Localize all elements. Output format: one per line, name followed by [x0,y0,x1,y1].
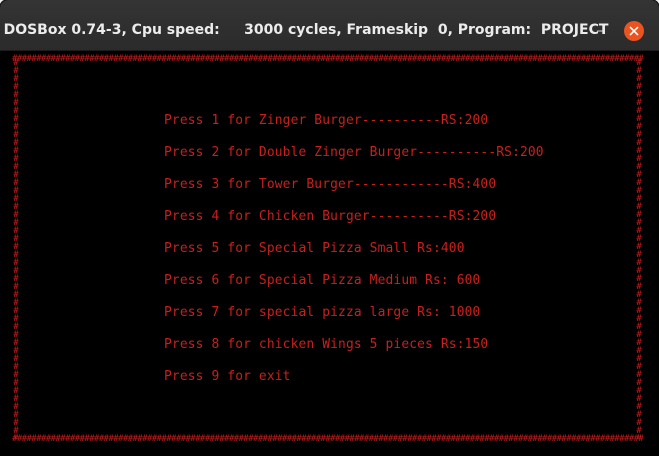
title-bar[interactable]: DOSBox 0.74-3, Cpu speed: 3000 cycles, F… [0,0,659,51]
window-title: DOSBox 0.74-3, Cpu speed: 3000 cycles, F… [3,22,609,38]
menu-option-3: Press 3 for Tower Burger------------RS:4… [164,177,497,192]
menu-option-1: Press 1 for Zinger Burger----------RS:20… [164,113,489,128]
border-right: # # # # # # # # # # # # # # # # # # # # … [636,59,642,439]
menu-option-9: Press 9 for exit [164,369,291,384]
dos-screen[interactable]: ########################################… [0,51,659,456]
border-left: # # # # # # # # # # # # # # # # # # # # … [13,59,19,439]
menu-option-5: Press 5 for Special Pizza Small Rs:400 [164,241,465,256]
menu-option-6: Press 6 for Special Pizza Medium Rs: 600 [164,273,481,288]
border-bottom: ########################################… [12,434,643,444]
menu-option-4: Press 4 for Chicken Burger----------RS:2… [164,209,497,224]
menu-option-8: Press 8 for chicken Wings 5 pieces Rs:15… [164,337,489,352]
menu-option-2: Press 2 for Double Zinger Burger--------… [164,145,544,160]
minimize-button[interactable]: – [591,22,609,40]
menu-option-7: Press 7 for special pizza large Rs: 1000 [164,305,481,320]
close-button[interactable] [624,21,644,41]
dosbox-window: DOSBox 0.74-3, Cpu speed: 3000 cycles, F… [0,0,659,456]
border-top: ########################################… [12,54,643,64]
close-icon [629,26,639,36]
